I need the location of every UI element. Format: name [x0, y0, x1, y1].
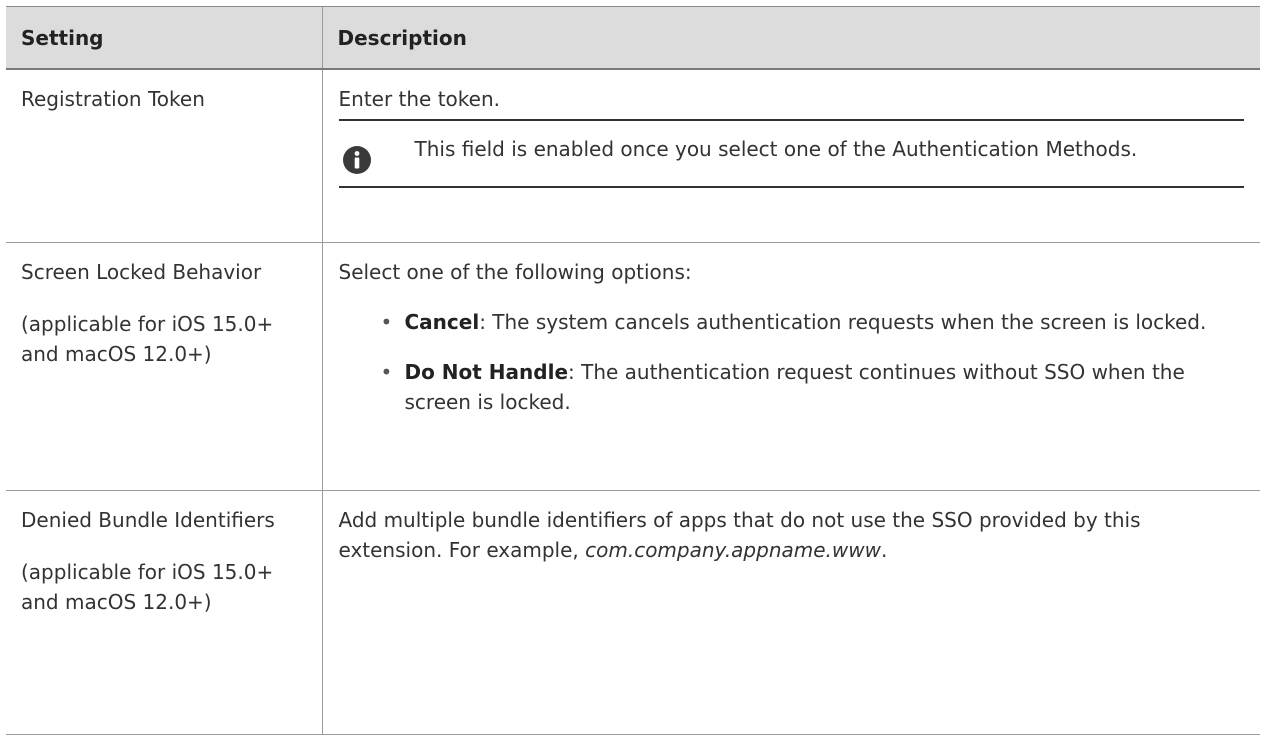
setting-name: Denied Bundle Identifiers — [21, 507, 275, 532]
column-header-setting: Setting — [6, 6, 322, 70]
description-text: Select one of the following options: — [338, 259, 692, 284]
setting-cell: Registration Token — [6, 69, 322, 243]
table-row: Denied Bundle Identifiers (applicable fo… — [6, 490, 1260, 735]
description-cell: Select one of the following options: Can… — [321, 242, 1260, 491]
description-text: Add multiple bundle identifiers of apps … — [339, 505, 1245, 565]
description-cell: Enter the token. This field is enabled o… — [321, 69, 1260, 243]
column-header-description: Description — [321, 6, 1260, 70]
table-header-row: Setting Description — [6, 6, 1260, 70]
applicability-note: (applicable for iOS 15.0+ and macOS 12.0… — [21, 559, 274, 614]
note-box: This field is enabled once you select on… — [338, 121, 1244, 188]
setting-cell: Denied Bundle Identifiers (applicable fo… — [6, 490, 322, 735]
info-icon — [342, 146, 371, 174]
note-text: This field is enabled once you select on… — [414, 137, 1138, 161]
list-item: Cancel: The system cancels authenticatio… — [379, 307, 1245, 337]
table-row: Screen Locked Behavior (applicable for i… — [6, 242, 1260, 491]
setting-name: Registration Token — [21, 87, 205, 111]
description-cell: Add multiple bundle identifiers of apps … — [321, 490, 1260, 735]
example-identifier: com.company.appname.www — [585, 537, 881, 562]
option-term: Cancel — [404, 309, 480, 334]
example-suffix: . — [880, 537, 888, 562]
table-row: Registration Token Enter the token. This… — [6, 69, 1260, 243]
setting-cell: Screen Locked Behavior (applicable for i… — [6, 242, 322, 491]
applicability-note: (applicable for iOS 15.0+ and macOS 12.0… — [21, 311, 274, 366]
settings-table: Setting Description Registration Token E… — [6, 6, 1260, 735]
description-text: Enter the token. — [338, 84, 1244, 121]
options-list: Cancel: The system cancels authenticatio… — [339, 307, 1245, 417]
setting-name: Screen Locked Behavior — [21, 259, 262, 284]
option-text: : The system cancels authentication requ… — [479, 309, 1207, 334]
option-term: Do Not Handle — [404, 359, 569, 384]
list-item: Do Not Handle: The authentication reques… — [379, 357, 1245, 417]
